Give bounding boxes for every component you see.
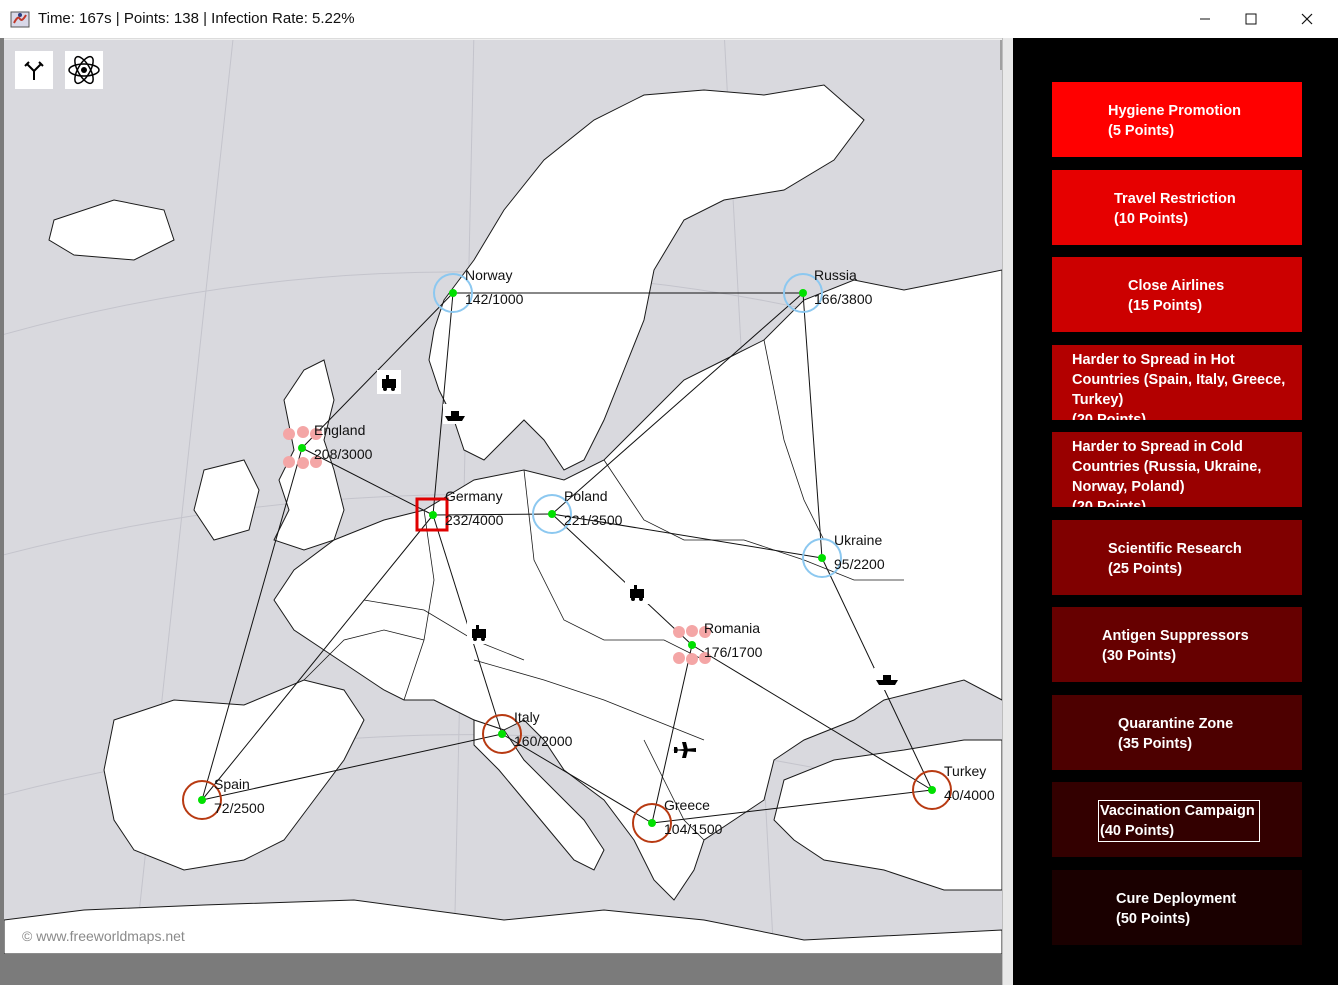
close-button[interactable] bbox=[1284, 0, 1330, 38]
country-label-greece[interactable]: Greece 104/1500 bbox=[664, 797, 722, 837]
country-stats: 160/2000 bbox=[514, 733, 573, 749]
country-stats: 166/3800 bbox=[814, 291, 873, 307]
upgrade-name: Harder to Spread in Hot Countries (Spain… bbox=[1072, 352, 1286, 408]
upgrade-name: Hygiene Promotion bbox=[1108, 103, 1241, 119]
country-label-romania[interactable]: Romania 176/1700 bbox=[704, 620, 762, 660]
upgrade-name: Vaccination Campaign bbox=[1100, 803, 1255, 819]
antibody-icon bbox=[24, 61, 44, 80]
country-name: Poland bbox=[564, 488, 608, 504]
country-label-spain[interactable]: Spain 72/2500 bbox=[214, 776, 265, 816]
country-label-poland[interactable]: Poland 221/3500 bbox=[564, 488, 622, 528]
upgrade-name: Scientific Research bbox=[1108, 541, 1242, 557]
window-title: Time: 167s | Points: 138 | Infection Rat… bbox=[38, 10, 355, 27]
country-label-italy[interactable]: Italy 160/2000 bbox=[514, 709, 572, 749]
map-watermark: © www.freeworldmaps.net bbox=[22, 928, 185, 944]
upgrade-name: Quarantine Zone bbox=[1118, 716, 1234, 732]
window-titlebar: Time: 167s | Points: 138 | Infection Rat… bbox=[0, 0, 1338, 39]
panel-splitter[interactable] bbox=[1002, 38, 1013, 985]
country-stats: 104/1500 bbox=[664, 821, 723, 837]
country-name: Russia bbox=[814, 267, 857, 283]
upgrade-travel-restriction-button[interactable]: Travel Restriction (10 Points) bbox=[1052, 170, 1302, 245]
country-stats: 221/3500 bbox=[564, 512, 623, 528]
country-label-england[interactable]: England 208/3000 bbox=[314, 422, 372, 462]
upgrade-cost: (30 Points) bbox=[1102, 648, 1177, 664]
map-canvas[interactable]: Norway 142/1000 Russia 166/3800 England … bbox=[4, 40, 1002, 954]
upgrade-scientific-research-button[interactable]: Scientific Research (25 Points) bbox=[1052, 520, 1302, 595]
upgrade-cost: (35 Points) bbox=[1118, 736, 1193, 752]
upgrade-cost: (25 Points) bbox=[1108, 561, 1183, 577]
upgrade-cold-countries-button[interactable]: Harder to Spread in Cold Countries (Russ… bbox=[1052, 432, 1302, 507]
upgrade-name: Antigen Suppressors bbox=[1102, 628, 1249, 644]
upgrade-name: Travel Restriction bbox=[1114, 191, 1236, 207]
country-name: England bbox=[314, 422, 366, 438]
upgrade-quarantine-zone-button[interactable]: Quarantine Zone (35 Points) bbox=[1052, 695, 1302, 770]
close-icon bbox=[1301, 13, 1313, 25]
country-name: Ukraine bbox=[834, 532, 883, 548]
country-stats: 40/4000 bbox=[944, 787, 995, 803]
upgrade-panel: Hygiene Promotion (5 Points) Travel Restr… bbox=[1013, 38, 1338, 985]
upgrade-cost: (40 Points) bbox=[1100, 823, 1175, 839]
country-label-norway[interactable]: Norway 142/1000 bbox=[465, 267, 523, 307]
atom-tool-button[interactable] bbox=[65, 51, 103, 89]
ship-icon bbox=[443, 404, 467, 424]
country-stats: 142/1000 bbox=[465, 291, 524, 307]
upgrade-hot-countries-button[interactable]: Harder to Spread in Hot Countries (Spain… bbox=[1052, 345, 1302, 420]
country-name: Romania bbox=[704, 620, 761, 636]
upgrade-cost: (10 Points) bbox=[1114, 211, 1189, 227]
map-bottom-bar bbox=[0, 954, 1002, 985]
maximize-icon bbox=[1245, 13, 1257, 25]
maximize-button[interactable] bbox=[1228, 0, 1274, 38]
country-stats: 208/3000 bbox=[314, 446, 373, 462]
upgrade-name: Cure Deployment bbox=[1116, 891, 1237, 907]
country-name: Germany bbox=[445, 488, 503, 504]
upgrade-cost: (5 Points) bbox=[1108, 123, 1175, 139]
country-label-turkey[interactable]: Turkey 40/4000 bbox=[944, 763, 995, 803]
upgrade-cost: (20 Points) bbox=[1072, 412, 1147, 420]
upgrade-cure-deployment-button[interactable]: Cure Deployment (50 Points) bbox=[1052, 870, 1302, 945]
country-stats: 95/2200 bbox=[834, 556, 885, 572]
country-label-russia[interactable]: Russia 166/3800 bbox=[814, 267, 872, 307]
antibody-tool-button[interactable] bbox=[15, 51, 53, 89]
upgrade-cost: (50 Points) bbox=[1116, 911, 1191, 927]
upgrade-cost: (15 Points) bbox=[1128, 298, 1203, 314]
upgrade-vaccination-campaign-button[interactable]: Vaccination Campaign (40 Points) bbox=[1052, 782, 1302, 857]
train-icon bbox=[625, 580, 649, 604]
minimize-icon bbox=[1200, 18, 1210, 20]
train-icon bbox=[377, 370, 401, 394]
upgrade-antigen-suppressors-button[interactable]: Antigen Suppressors (30 Points) bbox=[1052, 607, 1302, 682]
country-label-germany[interactable]: Germany 232/4000 bbox=[445, 488, 503, 528]
upgrade-name: Close Airlines bbox=[1128, 278, 1225, 294]
minimize-button[interactable] bbox=[1182, 0, 1228, 38]
atom-icon bbox=[68, 55, 100, 85]
country-name: Italy bbox=[514, 709, 540, 725]
train-icon bbox=[467, 620, 491, 644]
upgrade-name: Harder to Spread in Cold Countries (Russ… bbox=[1072, 439, 1262, 495]
country-stats: 232/4000 bbox=[445, 512, 504, 528]
country-name: Greece bbox=[664, 797, 710, 813]
upgrade-hygiene-promotion-button[interactable]: Hygiene Promotion (5 Points) bbox=[1052, 82, 1302, 157]
country-stats: 72/2500 bbox=[214, 800, 265, 816]
upgrade-close-airlines-button[interactable]: Close Airlines (15 Points) bbox=[1052, 257, 1302, 332]
ship-icon bbox=[874, 668, 900, 690]
java-app-icon bbox=[10, 11, 30, 28]
upgrade-cost: (20 Points) bbox=[1072, 499, 1147, 507]
country-name: Norway bbox=[465, 267, 513, 283]
country-label-ukraine[interactable]: Ukraine 95/2200 bbox=[834, 532, 885, 572]
country-name: Turkey bbox=[944, 763, 987, 779]
country-stats: 176/1700 bbox=[704, 644, 763, 660]
country-name: Spain bbox=[214, 776, 250, 792]
